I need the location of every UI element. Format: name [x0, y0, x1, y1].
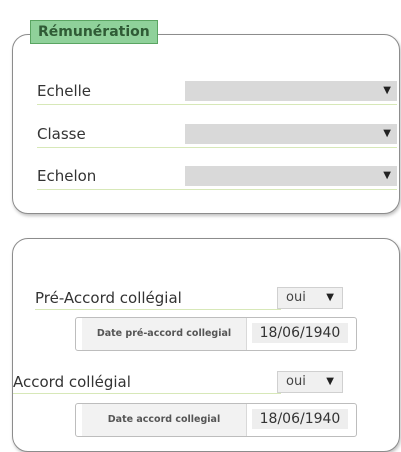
field-underline: [37, 189, 397, 190]
pre-accord-date-box: Date pré-accord collegial 18/06/1940: [75, 317, 357, 351]
remuneration-panel: Echelle ▼ Classe ▼ Echelon ▼: [12, 34, 400, 214]
echelle-row: Echelle ▼: [37, 81, 397, 105]
accord-select[interactable]: oui ▼: [277, 371, 343, 393]
pre-accord-label-wrap: Pré-Accord collégial: [35, 289, 281, 310]
chevron-down-icon: ▼: [326, 376, 334, 387]
echelle-label: Echelle: [37, 82, 92, 100]
classe-select[interactable]: ▼: [185, 124, 397, 144]
pre-accord-date-label: Date pré-accord collegial: [82, 318, 247, 350]
chevron-down-icon: ▼: [383, 85, 391, 96]
classe-row: Classe ▼: [37, 124, 397, 148]
field-underline: [37, 104, 397, 105]
pre-accord-date-field[interactable]: 18/06/1940: [252, 323, 348, 343]
accord-label-wrap: Accord collégial: [13, 373, 281, 394]
echelon-row: Echelon ▼: [37, 166, 397, 190]
pre-accord-select[interactable]: oui ▼: [277, 287, 343, 309]
field-underline: [35, 309, 281, 310]
accord-date-box: Date accord collegial 18/06/1940: [75, 403, 357, 437]
chevron-down-icon: ▼: [383, 128, 391, 139]
chevron-down-icon: ▼: [383, 170, 391, 181]
echelle-select[interactable]: ▼: [185, 81, 397, 101]
accord-select-value: oui: [286, 374, 306, 389]
accord-date-label: Date accord collegial: [82, 404, 247, 436]
echelon-select[interactable]: ▼: [185, 166, 397, 186]
classe-label: Classe: [37, 125, 86, 143]
accords-panel: Pré-Accord collégial oui ▼ Date pré-acco…: [12, 238, 400, 452]
echelon-label: Echelon: [37, 167, 97, 185]
pre-accord-select-value: oui: [286, 290, 306, 305]
field-underline: [37, 147, 397, 148]
accord-date-field[interactable]: 18/06/1940: [252, 409, 348, 429]
pre-accord-label: Pré-Accord collégial: [35, 289, 182, 307]
accord-label: Accord collégial: [13, 373, 131, 391]
chevron-down-icon: ▼: [326, 292, 334, 303]
remuneration-legend: Rémunération: [30, 20, 158, 44]
field-underline: [13, 393, 281, 394]
